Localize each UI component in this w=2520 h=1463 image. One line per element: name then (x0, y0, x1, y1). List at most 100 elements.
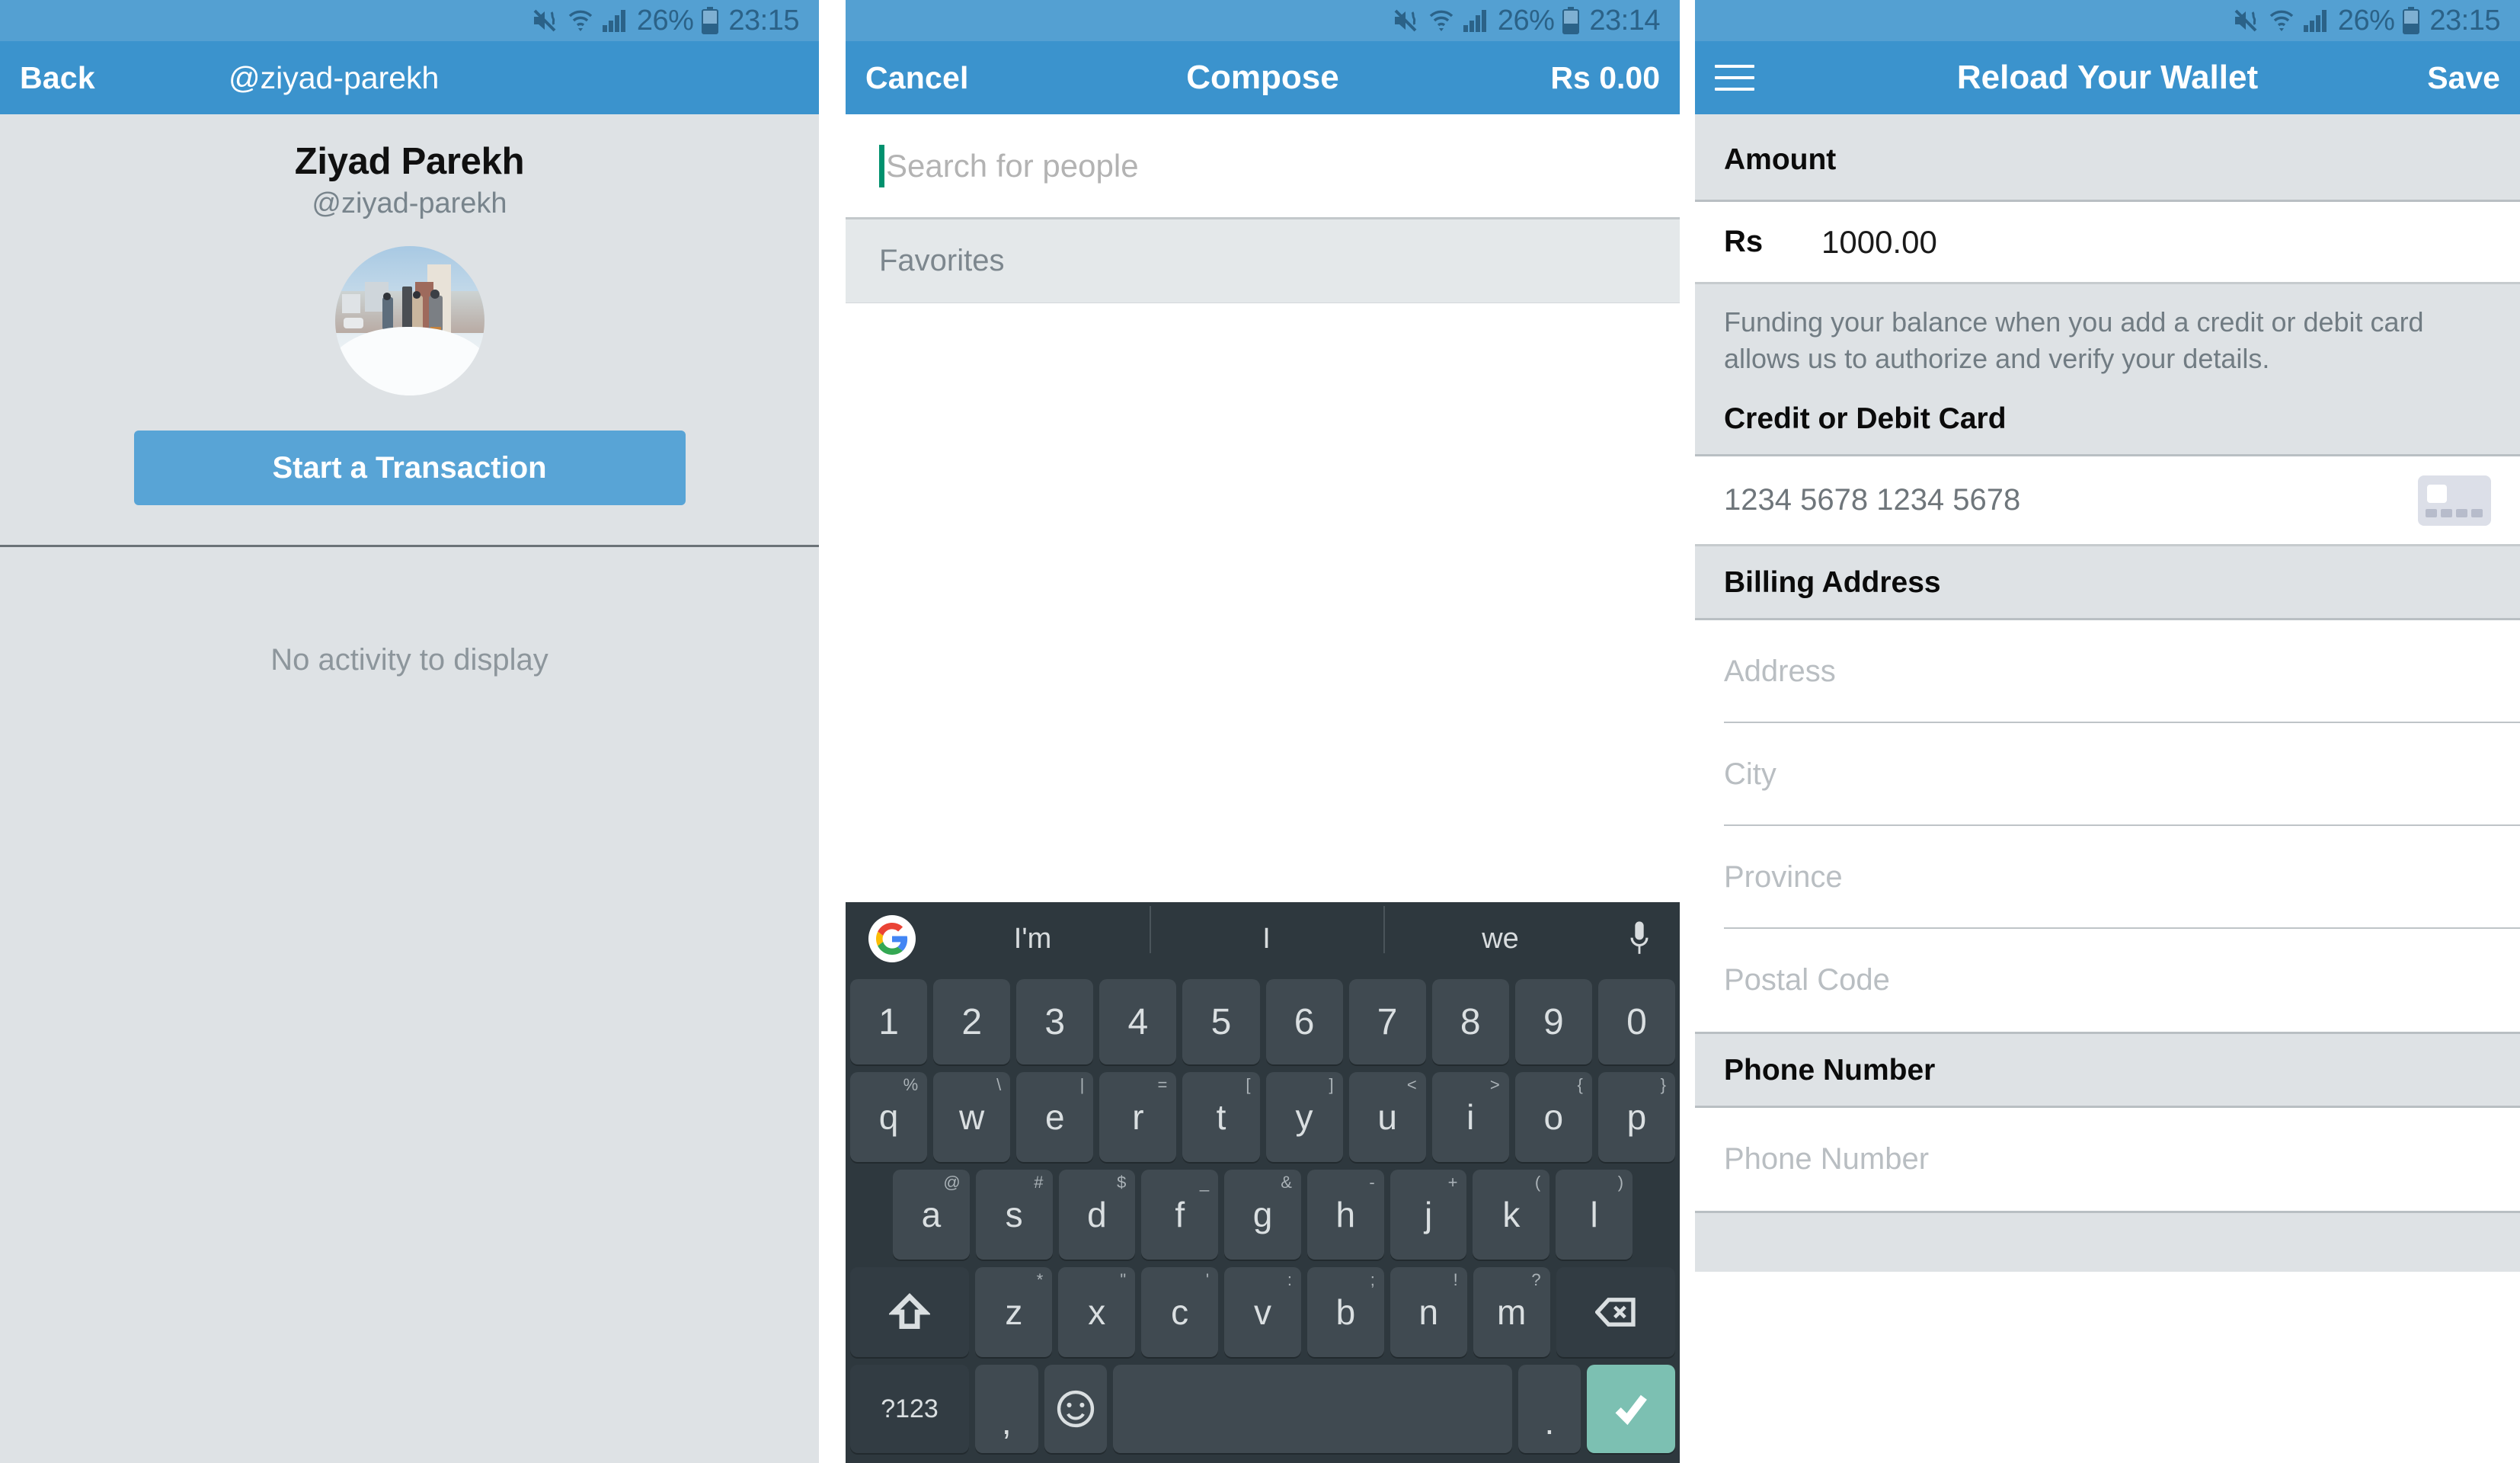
back-button[interactable]: Back (20, 60, 95, 96)
key-k[interactable]: (k (1473, 1170, 1550, 1260)
emoji-icon[interactable] (1044, 1365, 1108, 1453)
key-0[interactable]: 0 (1597, 979, 1675, 1064)
postal-code-field[interactable]: Postal Code (1695, 929, 2520, 1032)
compose-amount-label[interactable]: Rs 0.00 (1550, 60, 1660, 96)
key-l[interactable]: ) l (1556, 1170, 1633, 1260)
key-x[interactable]: " x (1058, 1267, 1136, 1357)
card-number-input[interactable]: 1234 5678 1234 5678 (1724, 483, 2020, 517)
avatar-container (0, 246, 819, 395)
key-y[interactable]: ] y (1265, 1072, 1343, 1162)
key-superscript: < (1406, 1075, 1417, 1094)
suggestion-item[interactable]: we (1383, 905, 1617, 956)
key-1[interactable]: 1 (850, 979, 928, 1064)
key-5[interactable]: 5 (1182, 979, 1260, 1064)
key-m[interactable]: ? m (1473, 1267, 1550, 1357)
address-placeholder: Address (1724, 655, 1836, 689)
province-field[interactable]: Province (1695, 826, 2520, 930)
key-c[interactable]: ' c (1141, 1267, 1219, 1357)
suggestion-item[interactable]: I'm (916, 923, 1150, 956)
search-input[interactable]: Search for people (886, 148, 1139, 184)
key-label: l (1590, 1195, 1598, 1234)
key-w[interactable]: \ w (933, 1072, 1011, 1162)
compose-nav-bar: Cancel Compose Rs 0.00 (846, 41, 1680, 114)
key-label: o (1543, 1097, 1564, 1137)
currency-label: Rs (1724, 225, 1764, 258)
section-divider (0, 545, 819, 547)
key-o[interactable]: {o (1514, 1072, 1592, 1162)
avatar[interactable] (334, 246, 484, 395)
wallet-screen: 26% 23:15 Reload Your Wallet Save Amount… (1695, 0, 2520, 1463)
key-label: a (921, 1195, 942, 1234)
symbols-key[interactable]: ?123 (850, 1365, 970, 1453)
key-superscript: @ (943, 1173, 961, 1192)
key-v[interactable]: :v (1224, 1267, 1301, 1357)
key-superscript: ) (1617, 1173, 1624, 1192)
key-r[interactable]: = r (1099, 1072, 1177, 1162)
backspace-icon[interactable] (1556, 1267, 1675, 1357)
key-q[interactable]: % q (850, 1072, 928, 1162)
key-n[interactable]: ! n (1390, 1267, 1467, 1357)
key-g[interactable]: & g (1224, 1170, 1301, 1260)
key-d[interactable]: $ d (1058, 1170, 1136, 1260)
status-bar-wallet: 26% 23:15 (1695, 0, 2520, 41)
key-p[interactable]: } p (1597, 1072, 1675, 1162)
key-2[interactable]: 2 (933, 979, 1011, 1064)
cta-container: Start a Transaction (0, 431, 819, 505)
google-logo-icon[interactable] (868, 915, 916, 962)
key-superscript: > (1489, 1075, 1500, 1094)
text-caret (879, 144, 884, 187)
key-7[interactable]: 7 (1348, 979, 1426, 1064)
start-transaction-button[interactable]: Start a Transaction (133, 431, 686, 505)
comma-key[interactable]: , (975, 1365, 1038, 1453)
key-h[interactable]: -h (1306, 1170, 1384, 1260)
cancel-button[interactable]: Cancel (865, 60, 969, 96)
key-superscript: [ (1246, 1075, 1251, 1094)
keyboard-row-numbers: 1 2 3 4 5 6 7 8 9 0 (846, 975, 1680, 1068)
key-8[interactable]: 8 (1431, 979, 1509, 1064)
key-i[interactable]: > i (1431, 1072, 1509, 1162)
search-people-row[interactable]: Search for people (846, 114, 1680, 217)
mute-vibrate-icon (2233, 8, 2260, 34)
key-superscript: ; (1370, 1270, 1375, 1289)
shift-icon[interactable] (850, 1267, 970, 1357)
key-t[interactable]: [t (1182, 1072, 1260, 1162)
key-superscript: - (1369, 1173, 1375, 1192)
key-6[interactable]: 6 (1265, 979, 1343, 1064)
key-9[interactable]: 9 (1514, 979, 1592, 1064)
card-number-row[interactable]: 1234 5678 1234 5678 (1695, 456, 2520, 547)
key-u[interactable]: < u (1348, 1072, 1426, 1162)
city-placeholder: City (1724, 757, 1776, 792)
key-label: y (1295, 1097, 1313, 1137)
amount-row[interactable]: Rs 1000.00 (1695, 202, 2520, 284)
profile-body: Ziyad Parekh @ziyad-parekh Start a Trans… (0, 114, 819, 1463)
microphone-icon[interactable] (1617, 919, 1661, 959)
phone-number-field[interactable]: Phone Number (1695, 1108, 2520, 1212)
key-4[interactable]: 4 (1099, 979, 1177, 1064)
status-bar-profile: 26% 23:15 (0, 0, 819, 41)
key-z[interactable]: * z (975, 1267, 1053, 1357)
amount-input[interactable]: 1000.00 (1821, 224, 1937, 261)
save-button[interactable]: Save (2427, 60, 2500, 96)
phone-section-header: Phone Number (1695, 1032, 2520, 1109)
hamburger-menu-icon[interactable] (1715, 65, 1754, 91)
space-key[interactable] (1113, 1365, 1512, 1453)
key-a[interactable]: @ a (892, 1170, 970, 1260)
key-label: j (1424, 1195, 1433, 1234)
key-f[interactable]: _ f (1141, 1170, 1219, 1260)
checkmark-icon[interactable] (1587, 1365, 1675, 1453)
key-3[interactable]: 3 (1016, 979, 1094, 1064)
city-field[interactable]: City (1695, 723, 2520, 827)
on-screen-keyboard: I'm I we 1 2 3 4 5 6 7 8 9 0 % q \ w | e… (846, 902, 1680, 1463)
key-j[interactable]: + j (1390, 1170, 1467, 1260)
key-superscript: ] (1329, 1075, 1334, 1094)
key-label: s (1005, 1195, 1023, 1234)
key-b[interactable]: ; b (1306, 1267, 1384, 1357)
suggestion-item[interactable]: I (1150, 905, 1383, 956)
key-s[interactable]: # s (975, 1170, 1053, 1260)
key-superscript: & (1281, 1173, 1292, 1192)
key-superscript: } (1660, 1075, 1666, 1094)
key-label: n (1418, 1292, 1439, 1332)
period-key[interactable]: . (1517, 1365, 1581, 1453)
key-e[interactable]: | e (1016, 1072, 1094, 1162)
address-field[interactable]: Address (1695, 620, 2520, 724)
